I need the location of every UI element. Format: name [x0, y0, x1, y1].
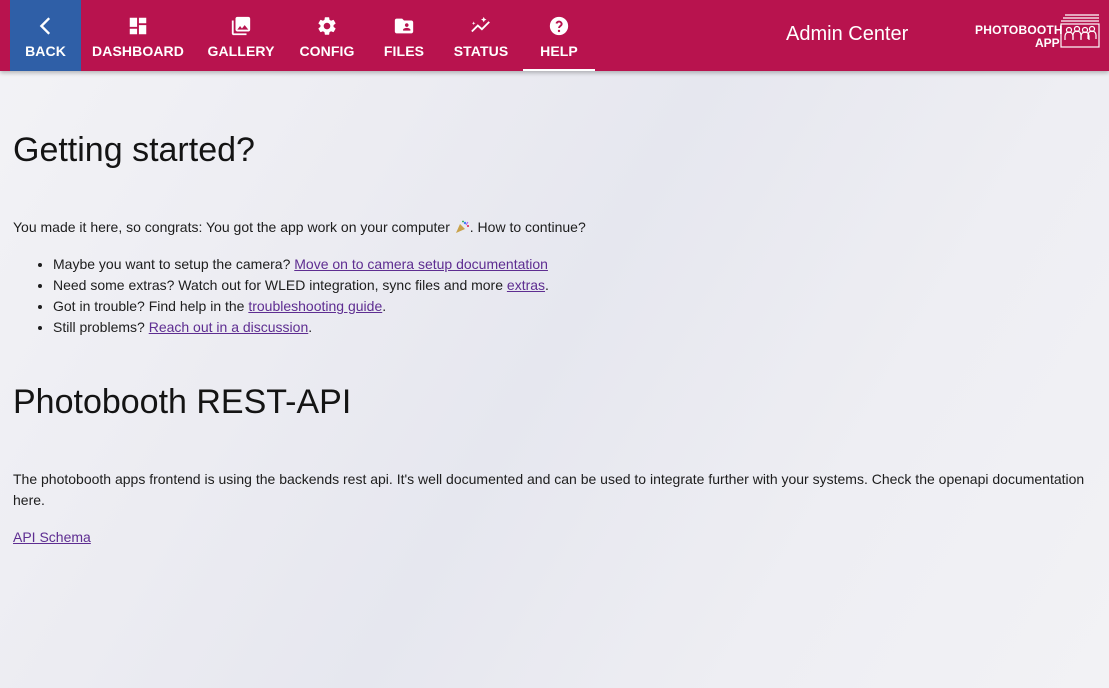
dashboard-icon [129, 17, 147, 34]
folder-user-icon [394, 18, 414, 33]
logo-text-line2: APP [1035, 36, 1060, 50]
app-logo: PHOTOBOOTH APP [975, 13, 1103, 51]
tab-dashboard-label: DASHBOARD [92, 42, 184, 59]
tab-status[interactable]: STATUS [450, 0, 512, 71]
chevron-left-icon [39, 16, 50, 35]
list-item-suffix: . [308, 319, 313, 335]
list-item: Got in trouble? Find help in the trouble… [53, 296, 549, 317]
discussion-link[interactable]: Reach out in a discussion [149, 319, 309, 335]
tab-gallery[interactable]: GALLERY [205, 0, 277, 71]
tab-status-label: STATUS [453, 42, 509, 59]
list-item-text: Maybe you want to setup the camera? [53, 256, 295, 272]
tab-files[interactable]: FILES [380, 0, 428, 71]
camera-setup-link[interactable]: Move on to camera setup documentation [294, 256, 548, 272]
back-button[interactable]: BACK [10, 0, 81, 71]
tab-files-label: FILES [383, 42, 425, 59]
intro-text-end: . How to continue? [469, 219, 586, 235]
getting-started-heading: Getting started? [13, 131, 255, 169]
back-label: BACK [25, 42, 66, 59]
help-icon [549, 16, 569, 35]
tab-help[interactable]: HELP [523, 0, 595, 71]
api-schema-paragraph: API Schema [13, 527, 91, 548]
list-item-text: Got in trouble? Find help in the [53, 298, 249, 314]
tab-config-label: CONFIG [299, 42, 355, 59]
insights-icon [471, 16, 490, 32]
tab-config[interactable]: CONFIG [297, 0, 357, 71]
gear-icon [318, 16, 336, 35]
page-title: Admin Center [786, 23, 909, 45]
list-item: Need some extras? Watch out for WLED int… [53, 275, 549, 296]
rest-api-paragraph: The photobooth apps frontend is using th… [13, 471, 1085, 508]
list-item-text: Still problems? [53, 319, 149, 335]
list-item-suffix: . [382, 298, 387, 314]
intro-paragraph: You made it here, so congrats: You got t… [13, 217, 586, 238]
rest-api-heading: Photobooth REST-API [13, 383, 352, 421]
top-navigation-bar: BACK DASHBOARD GALLERY CONFIG FILES STAT… [0, 0, 1109, 71]
extras-link[interactable]: extras [507, 277, 545, 293]
list-item-suffix: . [545, 277, 549, 293]
tab-dashboard[interactable]: DASHBOARD [92, 0, 184, 71]
photo-library-icon [231, 16, 251, 35]
api-schema-link[interactable]: API Schema [13, 529, 91, 545]
photobooth-logo-icon [1060, 14, 1100, 48]
troubleshooting-link[interactable]: troubleshooting guide [248, 298, 382, 314]
intro-text: You made it here, so congrats: You got t… [13, 219, 450, 235]
help-list: Maybe you want to setup the camera? Move… [53, 254, 549, 338]
tab-help-label: HELP [540, 42, 578, 59]
list-item: Still problems? Reach out in a discussio… [53, 317, 549, 338]
party-popper-icon [455, 220, 469, 233]
logo-text-line1: PHOTOBOOTH [975, 23, 1063, 37]
list-item-text: Need some extras? Watch out for WLED int… [53, 277, 507, 293]
tab-gallery-label: GALLERY [207, 42, 275, 59]
list-item: Maybe you want to setup the camera? Move… [53, 254, 549, 275]
